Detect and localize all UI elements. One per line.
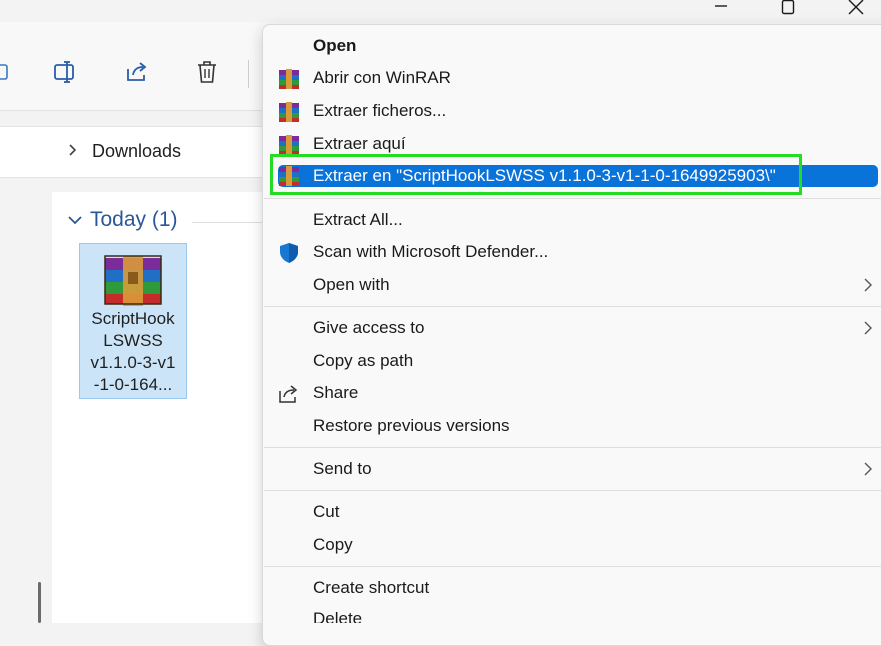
nav-pane-scrollbar[interactable]: [38, 582, 41, 623]
chevron-down-icon: [68, 216, 82, 225]
menu-item-copy[interactable]: Copy: [265, 530, 881, 560]
toolbar-separator: [248, 60, 249, 88]
menu-item-label: Copy as path: [313, 351, 414, 370]
file-name: ScriptHook LSWSS v1.1.0-3-v1 -1-0-164...: [90, 309, 176, 394]
menu-item-label: Open: [313, 36, 357, 55]
menu-item-label: Create shortcut: [313, 578, 430, 597]
file-item-selected[interactable]: ScriptHook LSWSS v1.1.0-3-v1 -1-0-164...: [79, 243, 187, 399]
menu-item-scan-defender[interactable]: Scan with Microsoft Defender...: [265, 237, 881, 267]
annotation-highlight-box: [270, 154, 802, 195]
group-header-today[interactable]: Today (1): [66, 208, 178, 232]
menu-separator: [264, 447, 881, 448]
close-icon[interactable]: [836, 0, 876, 18]
winrar-icon: [279, 102, 299, 122]
menu-item-share[interactable]: Share: [265, 378, 881, 408]
menu-item-label: Send to: [313, 459, 372, 478]
menu-item-open-winrar[interactable]: Abrir con WinRAR: [265, 63, 881, 93]
menu-item-label: Give access to: [313, 318, 425, 337]
minimize-icon[interactable]: [701, 0, 741, 18]
cut-icon[interactable]: [0, 58, 18, 86]
menu-item-label: Open with: [313, 275, 390, 294]
menu-item-open-with[interactable]: Open with: [265, 270, 881, 300]
menu-item-extract-all[interactable]: Extract All...: [265, 205, 881, 235]
breadcrumb-downloads[interactable]: Downloads: [92, 141, 181, 162]
delete-icon[interactable]: [193, 58, 221, 86]
menu-separator: [264, 306, 881, 307]
winrar-icon: [279, 135, 299, 155]
menu-item-label: Delete: [313, 609, 363, 623]
menu-item-create-shortcut[interactable]: Create shortcut: [265, 573, 881, 603]
menu-item-copy-as-path[interactable]: Copy as path: [265, 346, 881, 376]
menu-item-open[interactable]: Open: [265, 31, 881, 61]
menu-item-cut[interactable]: Cut: [265, 497, 881, 527]
menu-item-label: Cut: [313, 502, 340, 521]
menu-item-extract-files[interactable]: Extraer ficheros...: [265, 96, 881, 126]
menu-item-label: Extract All...: [313, 210, 403, 229]
maximize-icon[interactable]: [768, 0, 808, 18]
menu-item-label: Restore previous versions: [313, 416, 510, 435]
window-controls: [0, 0, 881, 18]
menu-item-label: Share: [313, 383, 359, 402]
menu-item-label: Scan with Microsoft Defender...: [313, 242, 549, 261]
menu-item-label: Extraer aquí: [313, 134, 406, 153]
menu-item-label: Extraer ficheros...: [313, 101, 447, 120]
rename-icon[interactable]: [52, 58, 80, 86]
menu-separator: [264, 490, 881, 491]
chevron-right-icon: [864, 462, 872, 476]
menu-item-send-to[interactable]: Send to: [265, 454, 881, 484]
chevron-right-icon: [864, 321, 872, 335]
menu-item-give-access[interactable]: Give access to: [265, 313, 881, 343]
share-icon[interactable]: [123, 58, 151, 86]
chevron-right-icon[interactable]: [64, 142, 80, 158]
chevron-right-icon: [864, 278, 872, 292]
menu-separator: [264, 566, 881, 567]
menu-separator: [264, 198, 881, 199]
defender-shield-icon: [280, 243, 298, 263]
winrar-archive-icon: [104, 255, 162, 306]
menu-item-delete[interactable]: Delete: [265, 604, 881, 623]
share-icon: [279, 385, 298, 403]
group-label: Today (1): [90, 208, 178, 231]
menu-item-restore-versions[interactable]: Restore previous versions: [265, 411, 881, 441]
menu-item-label: Copy: [313, 535, 353, 554]
group-divider: [192, 222, 272, 223]
winrar-icon: [279, 69, 299, 89]
menu-item-label: Abrir con WinRAR: [313, 68, 451, 87]
